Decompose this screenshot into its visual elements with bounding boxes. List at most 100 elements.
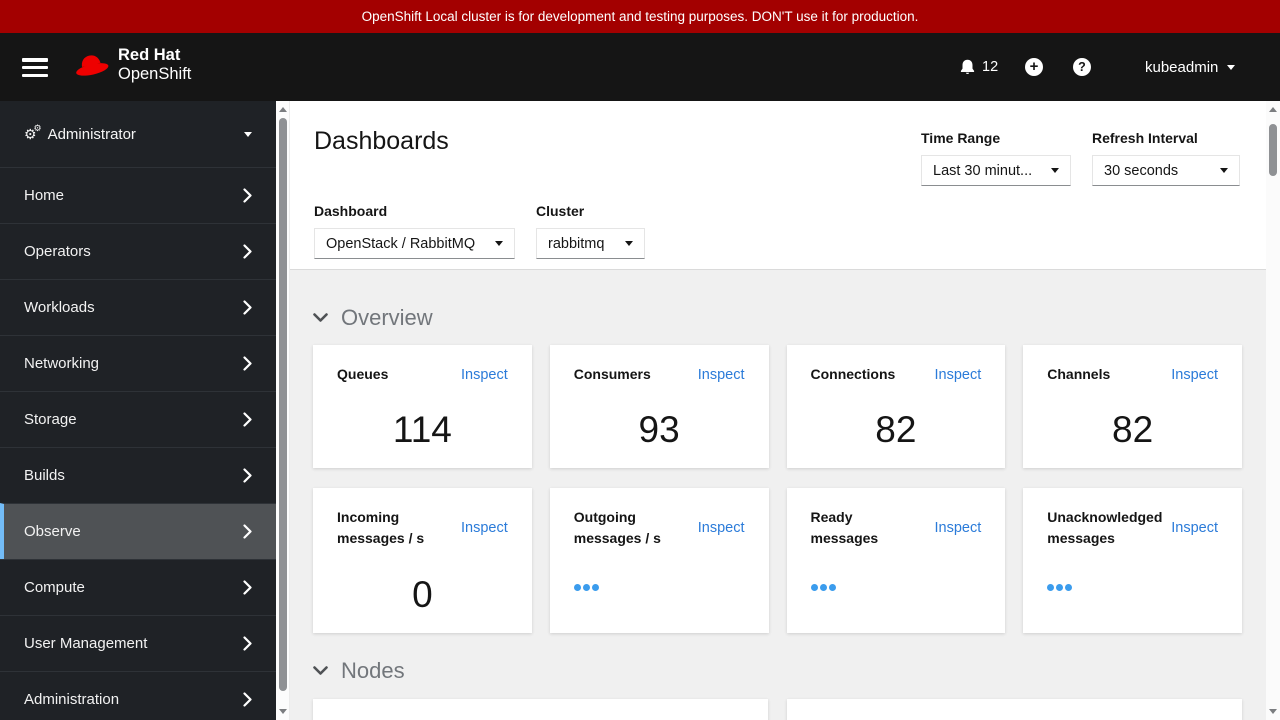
card-value: 0 xyxy=(412,574,433,615)
loading-dots-icon xyxy=(810,584,982,591)
sidebar-item-label: Operators xyxy=(24,243,91,260)
add-button[interactable]: + xyxy=(1025,58,1043,76)
sidebar-item-operators[interactable]: Operators xyxy=(0,223,276,279)
card-header: Incoming messages / s Inspect xyxy=(337,507,508,549)
refresh-interval-select[interactable]: 30 seconds xyxy=(1092,155,1240,186)
inspect-link[interactable]: Inspect xyxy=(461,520,508,536)
card-title: Channels xyxy=(1047,366,1111,382)
refresh-interval-label: Refresh Interval xyxy=(1092,130,1198,146)
chevron-down-icon xyxy=(313,313,328,323)
help-button[interactable]: ? xyxy=(1073,58,1091,76)
chevron-right-icon xyxy=(243,300,252,315)
sidebar-item-user-management[interactable]: User Management xyxy=(0,615,276,671)
time-range-value: Last 30 minut... xyxy=(933,162,1033,179)
section-title: Nodes xyxy=(341,658,405,683)
chevron-right-icon xyxy=(243,636,252,651)
side-navigation: ⚙ ⚙ Administrator Home Operators Workload… xyxy=(0,101,276,720)
nav-list: Home Operators Workloads Networking Stor… xyxy=(0,167,276,720)
metric-card: Ready messages Inspect xyxy=(786,488,1006,633)
scroll-down-arrow[interactable] xyxy=(279,709,287,714)
card-header: Ready messages Inspect xyxy=(811,507,982,549)
card-title: Consumers xyxy=(573,366,651,382)
dashboard-select[interactable]: OpenStack / RabbitMQ xyxy=(314,228,515,259)
inspect-link[interactable]: Inspect xyxy=(935,520,982,536)
user-name: kubeadmin xyxy=(1145,59,1219,76)
time-range-control: Time Range Last 30 minut... xyxy=(921,130,1071,186)
scrollbar-thumb[interactable] xyxy=(1269,124,1277,176)
nav-toggle-button[interactable] xyxy=(22,58,48,77)
inspect-link[interactable]: Inspect xyxy=(935,367,982,383)
chevron-right-icon xyxy=(243,244,252,259)
perspective-label: Administrator xyxy=(47,125,136,143)
card-title: Ready messages xyxy=(810,509,879,546)
scroll-up-arrow[interactable] xyxy=(1269,107,1277,112)
section-title: Overview xyxy=(341,305,433,330)
chevron-right-icon xyxy=(243,188,252,203)
redhat-fedora-icon xyxy=(76,55,109,76)
chevron-down-icon xyxy=(1227,65,1236,70)
notifications-button[interactable]: 12 xyxy=(959,58,998,76)
scroll-down-arrow[interactable] xyxy=(1269,709,1277,714)
chevron-down-icon xyxy=(244,131,252,137)
perspective-switcher[interactable]: ⚙ ⚙ Administrator xyxy=(0,101,276,167)
chevron-right-icon xyxy=(243,356,252,371)
inspect-link[interactable]: Inspect xyxy=(1171,367,1218,383)
section-nodes-toggle[interactable]: Nodes xyxy=(313,658,1242,684)
scroll-up-arrow[interactable] xyxy=(279,107,287,112)
sidebar-item-home[interactable]: Home xyxy=(0,167,276,223)
sidebar-item-compute[interactable]: Compute xyxy=(0,559,276,615)
banner-text: OpenShift Local cluster is for developme… xyxy=(361,9,919,24)
sidebar-item-label: Workloads xyxy=(24,299,95,316)
card-header: Queues Inspect xyxy=(337,364,508,385)
page-title: Dashboards xyxy=(314,127,449,155)
dashboard-label: Dashboard xyxy=(314,203,388,219)
dashboard-scrollbar[interactable] xyxy=(1266,101,1280,720)
masthead: Red Hat OpenShift 12 + ? kubeadmin xyxy=(0,33,1280,101)
chevron-down-icon xyxy=(313,666,328,676)
sidebar-item-label: Administration xyxy=(24,691,120,708)
sidebar-item-observe[interactable]: Observe xyxy=(0,503,276,559)
dashboard-value: OpenStack / RabbitMQ xyxy=(326,235,476,252)
sidebar-item-networking[interactable]: Networking xyxy=(0,335,276,391)
sidebar-item-label: Home xyxy=(24,187,65,204)
metric-card: Incoming messages / s Inspect 0 xyxy=(313,488,532,633)
refresh-interval-value: 30 seconds xyxy=(1104,162,1179,179)
metric-card: Consumers Inspect 93 xyxy=(549,345,769,468)
sidebar-item-label: Observe xyxy=(24,523,81,540)
sidebar-item-administration[interactable]: Administration xyxy=(0,671,276,720)
content-scrollbar[interactable] xyxy=(276,101,290,720)
metric-card: Outgoing messages / s Inspect xyxy=(549,488,769,633)
sidebar-item-workloads[interactable]: Workloads xyxy=(0,279,276,335)
chevron-down-icon xyxy=(1051,168,1059,173)
scrollbar-thumb[interactable] xyxy=(279,118,287,691)
card-header: Consumers Inspect xyxy=(574,364,745,385)
metric-card: Unacknowledged messages Inspect xyxy=(1023,488,1242,633)
section-overview-toggle[interactable]: Overview xyxy=(313,305,1242,331)
inspect-link[interactable]: Inspect xyxy=(461,367,508,383)
loading-dots-icon xyxy=(573,584,745,591)
brand-line1: Red Hat xyxy=(118,46,181,64)
chevron-down-icon xyxy=(495,241,503,246)
card-value: 82 xyxy=(1112,409,1154,450)
inspect-link[interactable]: Inspect xyxy=(698,367,745,383)
cluster-select[interactable]: rabbitmq xyxy=(536,228,645,259)
card-title: Incoming messages / s xyxy=(337,509,425,546)
inspect-link[interactable]: Inspect xyxy=(698,520,745,536)
chevron-down-icon xyxy=(625,241,633,246)
time-range-label: Time Range xyxy=(921,130,1001,146)
card-title: Outgoing messages / s xyxy=(573,509,661,546)
card-title: Unacknowledged messages xyxy=(1047,509,1163,546)
brand-logo[interactable]: Red Hat OpenShift xyxy=(71,46,191,84)
refresh-interval-control: Refresh Interval 30 seconds xyxy=(1092,130,1240,186)
metric-card: Connections Inspect 82 xyxy=(786,345,1006,468)
sidebar-item-storage[interactable]: Storage xyxy=(0,391,276,447)
inspect-link[interactable]: Inspect xyxy=(1171,520,1218,536)
node-chart-card xyxy=(787,699,1242,720)
time-range-select[interactable]: Last 30 minut... xyxy=(921,155,1071,186)
sidebar-item-builds[interactable]: Builds xyxy=(0,447,276,503)
sidebar-item-label: User Management xyxy=(24,635,148,652)
card-value: 93 xyxy=(638,409,680,450)
user-menu[interactable]: kubeadmin xyxy=(1145,59,1236,76)
cogs-icon: ⚙ ⚙ xyxy=(24,123,42,142)
card-value: 114 xyxy=(392,409,452,450)
